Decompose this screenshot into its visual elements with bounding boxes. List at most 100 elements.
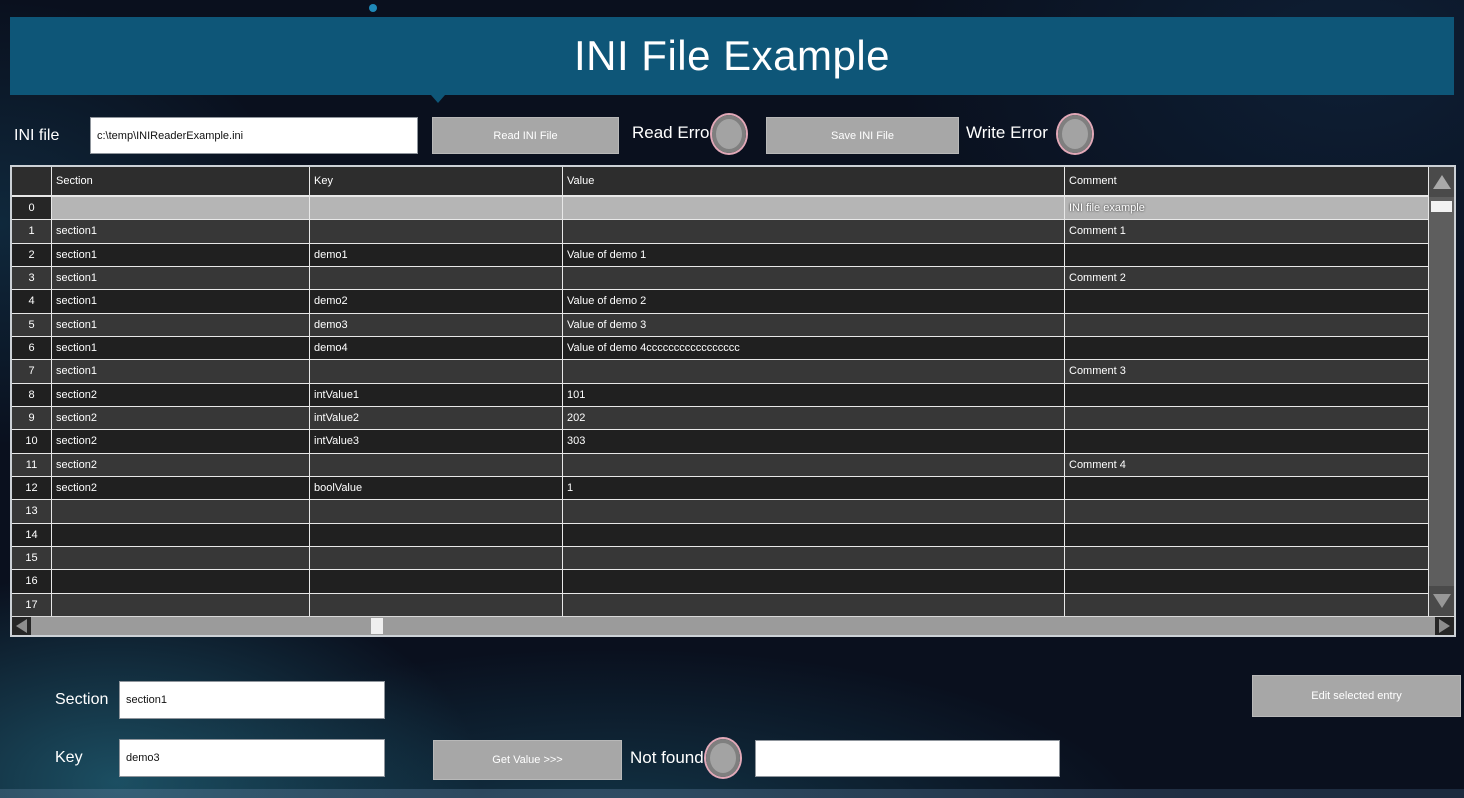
row-index-cell[interactable]: 10 bbox=[12, 430, 52, 452]
table-row[interactable]: 13 bbox=[12, 500, 1428, 523]
key-cell[interactable] bbox=[310, 197, 563, 219]
section-cell[interactable] bbox=[52, 594, 310, 616]
row-index-cell[interactable]: 6 bbox=[12, 337, 52, 359]
comment-cell[interactable] bbox=[1065, 547, 1428, 569]
comment-cell[interactable] bbox=[1065, 430, 1428, 452]
scroll-down-button[interactable] bbox=[1429, 586, 1454, 616]
section-cell[interactable]: section1 bbox=[52, 290, 310, 312]
section-cell[interactable] bbox=[52, 547, 310, 569]
table-row[interactable]: 3section1Comment 2 bbox=[12, 267, 1428, 290]
table-row[interactable]: 1section1Comment 1 bbox=[12, 220, 1428, 243]
comment-cell[interactable] bbox=[1065, 337, 1428, 359]
row-index-cell[interactable]: 13 bbox=[12, 500, 52, 522]
section-cell[interactable]: section1 bbox=[52, 220, 310, 242]
vertical-scrollbar[interactable] bbox=[1428, 167, 1454, 616]
comment-cell[interactable]: Comment 3 bbox=[1065, 360, 1428, 382]
row-index-cell[interactable]: 2 bbox=[12, 244, 52, 266]
value-cell[interactable]: 202 bbox=[563, 407, 1065, 429]
key-cell[interactable] bbox=[310, 594, 563, 616]
value-cell[interactable]: Value of demo 4ccccccccccccccccc bbox=[563, 337, 1065, 359]
row-index-cell[interactable]: 5 bbox=[12, 314, 52, 336]
table-row[interactable]: 12section2boolValue1 bbox=[12, 477, 1428, 500]
table-row[interactable]: 5section1demo3Value of demo 3 bbox=[12, 314, 1428, 337]
row-index-cell[interactable]: 16 bbox=[12, 570, 52, 592]
value-cell[interactable] bbox=[563, 360, 1065, 382]
key-cell[interactable] bbox=[310, 220, 563, 242]
ini-file-input[interactable]: c:\temp\INIReaderExample.ini bbox=[90, 117, 418, 154]
table-row[interactable]: 10section2intValue3303 bbox=[12, 430, 1428, 453]
scroll-up-button[interactable] bbox=[1429, 167, 1454, 197]
comment-cell[interactable] bbox=[1065, 244, 1428, 266]
value-cell[interactable]: 1 bbox=[563, 477, 1065, 499]
scroll-left-button[interactable] bbox=[12, 617, 31, 635]
section-cell[interactable]: section2 bbox=[52, 454, 310, 476]
value-cell[interactable]: 303 bbox=[563, 430, 1065, 452]
key-cell[interactable]: demo2 bbox=[310, 290, 563, 312]
key-cell[interactable] bbox=[310, 267, 563, 289]
row-index-cell[interactable]: 14 bbox=[12, 524, 52, 546]
key-cell[interactable] bbox=[310, 500, 563, 522]
value-cell[interactable] bbox=[563, 547, 1065, 569]
table-row[interactable]: 17 bbox=[12, 594, 1428, 616]
key-cell[interactable]: demo1 bbox=[310, 244, 563, 266]
section-cell[interactable]: section1 bbox=[52, 314, 310, 336]
section-cell[interactable]: section2 bbox=[52, 384, 310, 406]
section-cell[interactable] bbox=[52, 197, 310, 219]
key-cell[interactable] bbox=[310, 570, 563, 592]
table-row[interactable]: 0INI file example bbox=[12, 197, 1428, 220]
v-scroll-thumb[interactable] bbox=[1431, 201, 1452, 212]
comment-cell[interactable]: Comment 4 bbox=[1065, 454, 1428, 476]
value-cell[interactable]: Value of demo 3 bbox=[563, 314, 1065, 336]
key-cell[interactable]: intValue1 bbox=[310, 384, 563, 406]
table-row[interactable]: 7section1 Comment 3 bbox=[12, 360, 1428, 383]
key-cell[interactable]: demo3 bbox=[310, 314, 563, 336]
key-cell[interactable]: intValue2 bbox=[310, 407, 563, 429]
comment-cell[interactable] bbox=[1065, 290, 1428, 312]
value-cell[interactable] bbox=[563, 220, 1065, 242]
value-cell[interactable] bbox=[563, 454, 1065, 476]
read-ini-button[interactable]: Read INI File bbox=[432, 117, 619, 154]
comment-cell[interactable] bbox=[1065, 407, 1428, 429]
row-index-cell[interactable]: 11 bbox=[12, 454, 52, 476]
table-row[interactable]: 14 bbox=[12, 524, 1428, 547]
value-cell[interactable] bbox=[563, 500, 1065, 522]
comment-cell[interactable] bbox=[1065, 384, 1428, 406]
value-cell[interactable] bbox=[563, 594, 1065, 616]
section-cell[interactable] bbox=[52, 500, 310, 522]
section-cell[interactable]: section2 bbox=[52, 430, 310, 452]
get-value-button[interactable]: Get Value >>> bbox=[433, 740, 622, 780]
value-cell[interactable]: 101 bbox=[563, 384, 1065, 406]
section-cell[interactable] bbox=[52, 570, 310, 592]
section-cell[interactable]: section1 bbox=[52, 360, 310, 382]
v-scroll-track[interactable] bbox=[1429, 197, 1454, 586]
key-cell[interactable] bbox=[310, 454, 563, 476]
comment-cell[interactable]: INI file example bbox=[1065, 197, 1428, 219]
scroll-right-button[interactable] bbox=[1435, 617, 1454, 635]
section-cell[interactable]: section1 bbox=[52, 337, 310, 359]
key-cell[interactable] bbox=[310, 524, 563, 546]
value-cell[interactable] bbox=[563, 197, 1065, 219]
row-index-cell[interactable]: 15 bbox=[12, 547, 52, 569]
value-cell[interactable] bbox=[563, 524, 1065, 546]
h-scroll-track[interactable] bbox=[31, 617, 1435, 635]
value-cell[interactable]: Value of demo 2 bbox=[563, 290, 1065, 312]
key-cell[interactable] bbox=[310, 360, 563, 382]
h-scroll-thumb[interactable] bbox=[371, 618, 383, 634]
comment-cell[interactable] bbox=[1065, 570, 1428, 592]
section-cell[interactable]: section1 bbox=[52, 267, 310, 289]
table-row[interactable]: 11section2 Comment 4 bbox=[12, 454, 1428, 477]
row-index-cell[interactable]: 4 bbox=[12, 290, 52, 312]
row-index-cell[interactable]: 8 bbox=[12, 384, 52, 406]
row-index-cell[interactable]: 7 bbox=[12, 360, 52, 382]
section-input[interactable]: section1 bbox=[119, 681, 385, 719]
section-cell[interactable] bbox=[52, 524, 310, 546]
result-output[interactable] bbox=[755, 740, 1060, 777]
table-row[interactable]: 16 bbox=[12, 570, 1428, 593]
key-cell[interactable]: demo4 bbox=[310, 337, 563, 359]
comment-cell[interactable] bbox=[1065, 524, 1428, 546]
table-row[interactable]: 9section2intValue2202 bbox=[12, 407, 1428, 430]
comment-cell[interactable] bbox=[1065, 314, 1428, 336]
section-cell[interactable]: section2 bbox=[52, 477, 310, 499]
value-cell[interactable] bbox=[563, 267, 1065, 289]
key-input[interactable]: demo3 bbox=[119, 739, 385, 777]
